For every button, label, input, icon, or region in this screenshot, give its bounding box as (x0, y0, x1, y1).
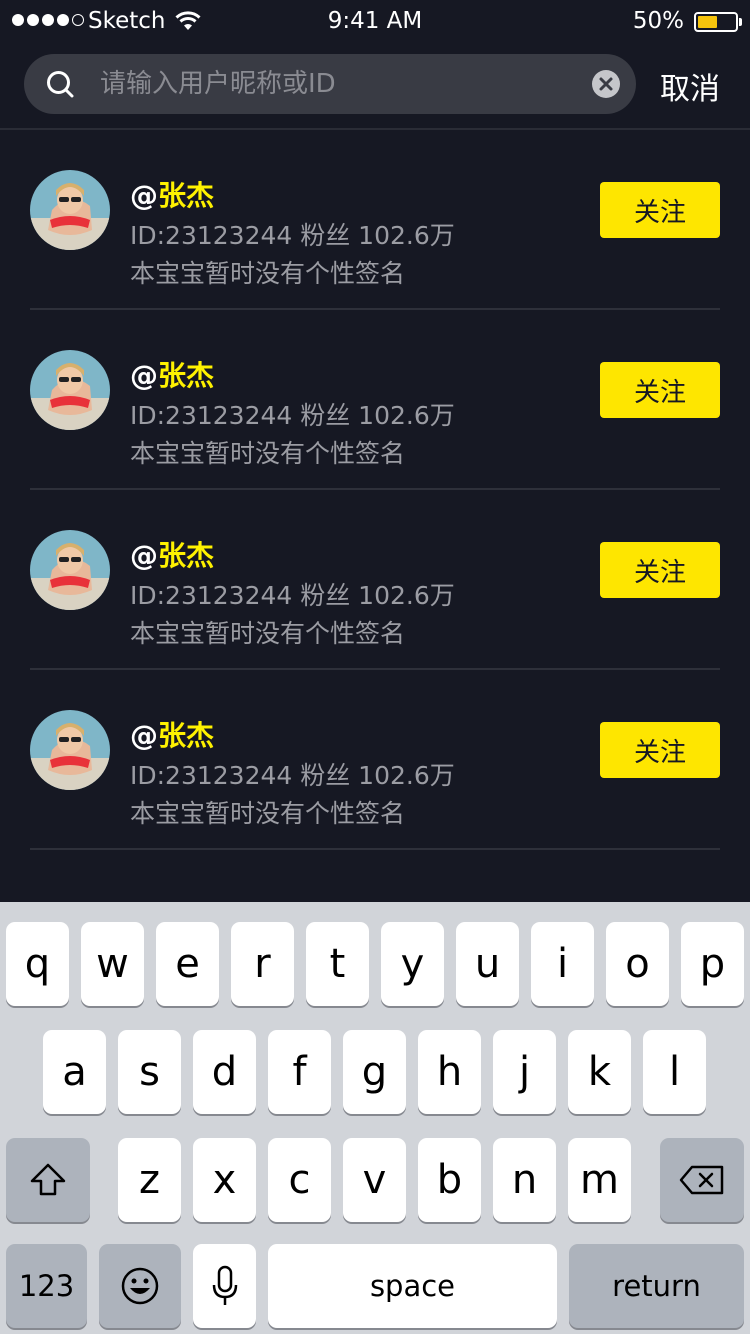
key-d[interactable]: d (193, 1030, 256, 1114)
user-signature: 本宝宝暂时没有个性签名 (130, 619, 406, 648)
numbers-key[interactable]: 123 (6, 1244, 87, 1328)
key-q[interactable]: q (6, 922, 69, 1006)
battery-percent: 50% (632, 8, 684, 34)
key-s[interactable]: s (118, 1030, 181, 1114)
avatar[interactable] (30, 170, 110, 250)
search-bar[interactable] (24, 54, 636, 114)
key-b[interactable]: b (418, 1138, 481, 1222)
user-name: 张杰 (158, 539, 215, 572)
username: @张杰 (130, 174, 214, 214)
at-symbol: @ (130, 719, 158, 752)
backspace-icon (679, 1165, 724, 1195)
avatar[interactable] (30, 350, 110, 430)
follow-button[interactable]: 关注 (600, 542, 720, 598)
emoji-key[interactable] (99, 1244, 181, 1328)
user-meta: ID:23123244 粉丝 102.6万 (130, 221, 455, 250)
key-g[interactable]: g (343, 1030, 406, 1114)
key-p[interactable]: p (681, 922, 744, 1006)
key-u[interactable]: u (456, 922, 519, 1006)
follow-button[interactable]: 关注 (600, 182, 720, 238)
user-name: 张杰 (158, 179, 215, 212)
keyboard: q w e r t y u i o p a s d f g h j k l z … (0, 902, 750, 1334)
at-symbol: @ (130, 539, 158, 572)
key-l[interactable]: l (643, 1030, 706, 1114)
user-meta: ID:23123244 粉丝 102.6万 (130, 401, 455, 430)
at-symbol: @ (130, 359, 158, 392)
space-key[interactable]: space (268, 1244, 557, 1328)
key-o[interactable]: o (606, 922, 669, 1006)
microphone-icon (212, 1265, 237, 1305)
user-signature: 本宝宝暂时没有个性签名 (130, 259, 406, 288)
avatar[interactable] (30, 530, 110, 610)
key-m[interactable]: m (568, 1138, 631, 1222)
battery-icon (694, 12, 738, 32)
emoji-icon (121, 1267, 159, 1305)
key-y[interactable]: y (381, 922, 444, 1006)
search-icon (47, 71, 74, 98)
username: @张杰 (130, 354, 214, 394)
user-list: @张杰 ID:23123244 粉丝 102.6万 本宝宝暂时没有个性签名 关注… (0, 130, 750, 850)
user-name: 张杰 (158, 719, 215, 752)
key-e[interactable]: e (156, 922, 219, 1006)
key-a[interactable]: a (43, 1030, 106, 1114)
key-w[interactable]: w (81, 922, 144, 1006)
battery-cap (739, 18, 742, 26)
list-item[interactable]: @张杰 ID:23123244 粉丝 102.6万 本宝宝暂时没有个性签名 关注 (0, 670, 750, 850)
follow-button[interactable]: 关注 (600, 362, 720, 418)
key-i[interactable]: i (531, 922, 594, 1006)
status-bar: Sketch 9:41 AM 50% (0, 0, 750, 44)
list-item[interactable]: @张杰 ID:23123244 粉丝 102.6万 本宝宝暂时没有个性签名 关注 (0, 310, 750, 490)
shift-key[interactable] (6, 1138, 90, 1222)
key-n[interactable]: n (493, 1138, 556, 1222)
user-meta: ID:23123244 粉丝 102.6万 (130, 581, 455, 610)
row-divider (30, 848, 720, 850)
user-signature: 本宝宝暂时没有个性签名 (130, 439, 406, 468)
key-c[interactable]: c (268, 1138, 331, 1222)
key-x[interactable]: x (193, 1138, 256, 1222)
shift-icon (30, 1163, 66, 1196)
follow-button[interactable]: 关注 (600, 722, 720, 778)
username: @张杰 (130, 534, 214, 574)
key-z[interactable]: z (118, 1138, 181, 1222)
microphone-key[interactable] (193, 1244, 256, 1328)
list-item[interactable]: @张杰 ID:23123244 粉丝 102.6万 本宝宝暂时没有个性签名 关注 (0, 490, 750, 670)
key-j[interactable]: j (493, 1030, 556, 1114)
key-k[interactable]: k (568, 1030, 631, 1114)
search-input[interactable] (100, 54, 580, 114)
user-signature: 本宝宝暂时没有个性签名 (130, 799, 406, 828)
return-key[interactable]: return (569, 1244, 744, 1328)
list-item[interactable]: @张杰 ID:23123244 粉丝 102.6万 本宝宝暂时没有个性签名 关注 (0, 130, 750, 310)
key-t[interactable]: t (306, 922, 369, 1006)
key-v[interactable]: v (343, 1138, 406, 1222)
username: @张杰 (130, 714, 214, 754)
key-r[interactable]: r (231, 922, 294, 1006)
clear-icon[interactable] (592, 70, 620, 98)
user-meta: ID:23123244 粉丝 102.6万 (130, 761, 455, 790)
key-f[interactable]: f (268, 1030, 331, 1114)
avatar[interactable] (30, 710, 110, 790)
backspace-key[interactable] (660, 1138, 744, 1222)
cancel-button[interactable]: 取消 (660, 64, 720, 108)
key-h[interactable]: h (418, 1030, 481, 1114)
at-symbol: @ (130, 179, 158, 212)
user-name: 张杰 (158, 359, 215, 392)
